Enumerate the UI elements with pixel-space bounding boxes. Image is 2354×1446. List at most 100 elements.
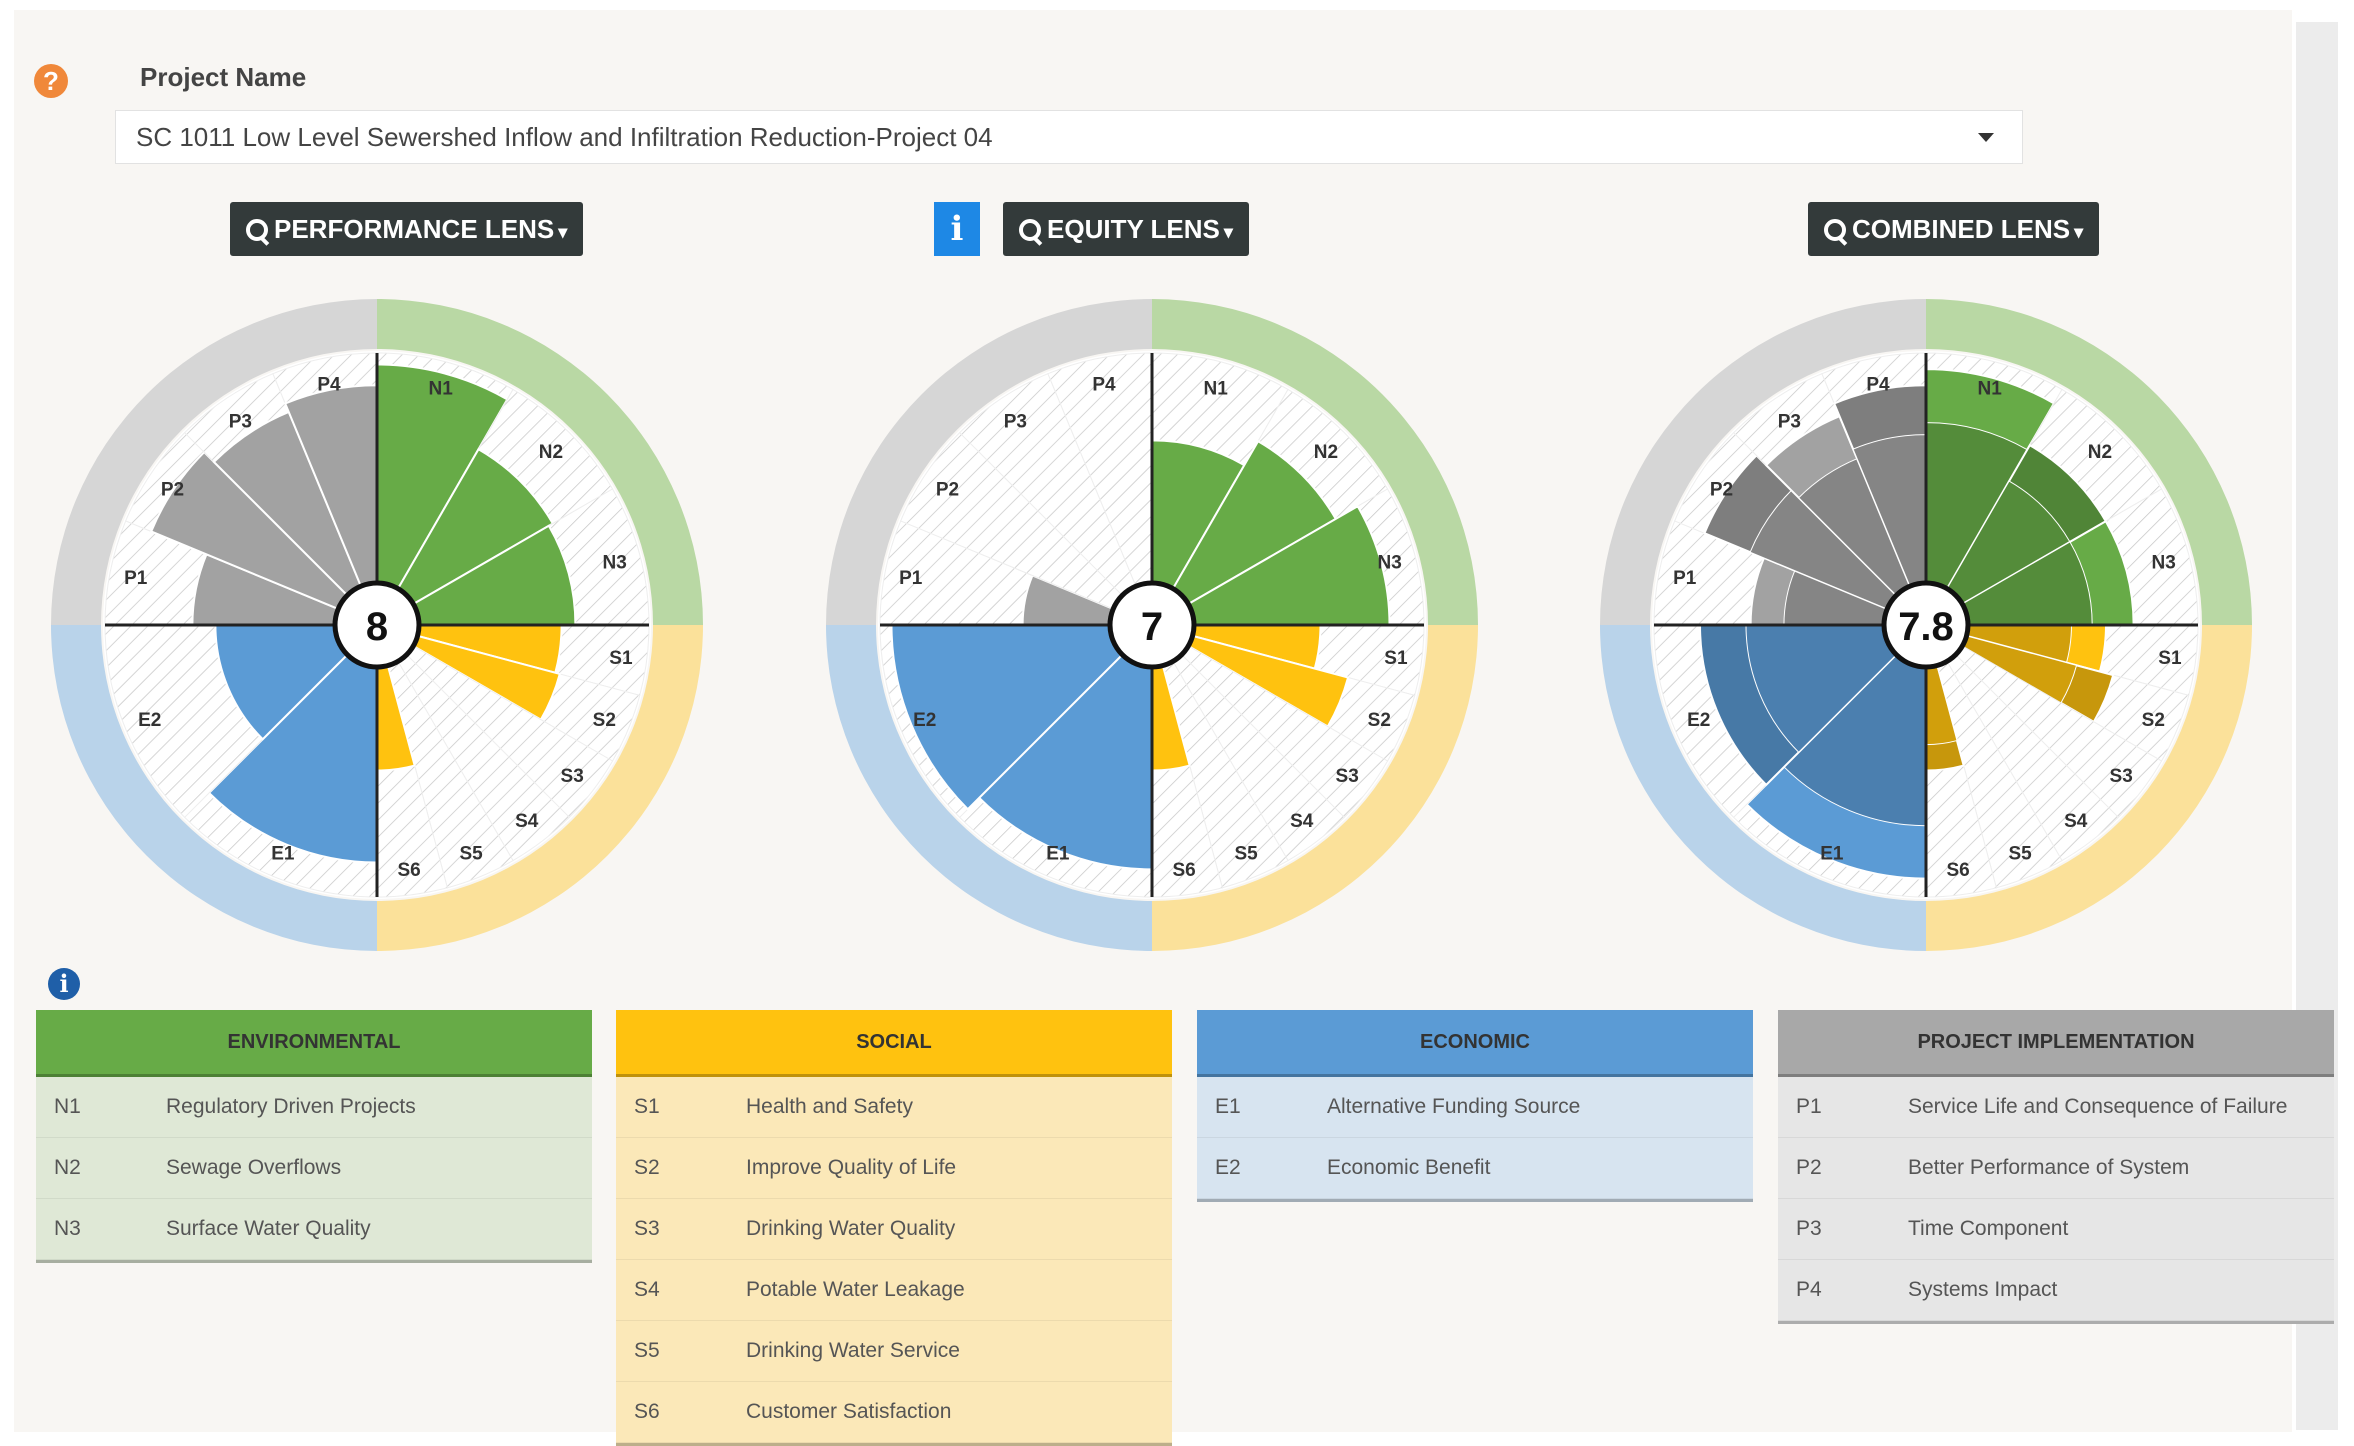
segment-label-p2: P2 xyxy=(1710,479,1733,500)
segment-label-p3: P3 xyxy=(1004,411,1027,432)
question-icon[interactable]: ? xyxy=(34,64,68,98)
equity-lens-chart: N1 N2 N3 S1 S2 S3 S4 S5 S6 E1 E2 P1 P2 P3 P4 7 xyxy=(826,299,1478,951)
performance-lens-button[interactable]: PERFORMANCE LENS ▾ xyxy=(230,202,584,256)
segment-label-e2: E2 xyxy=(913,710,936,731)
project-select-value: SC 1011 Low Level Sewershed Inflow and I… xyxy=(136,122,993,152)
segment-label-n3: N3 xyxy=(602,552,626,573)
equity-lens-button[interactable]: EQUITY LENS ▾ xyxy=(1003,202,1249,256)
legend-row-n1: N1 Regulatory Driven Projects xyxy=(36,1077,592,1138)
legend-bottom-border xyxy=(1778,1321,2334,1324)
legend-description: Potable Water Leakage xyxy=(746,1278,965,1301)
project-name-label: Project Name xyxy=(140,62,307,92)
segment-label-s2: S2 xyxy=(1368,710,1391,731)
caret-down-icon: ▾ xyxy=(1223,222,1233,242)
segment-label-n2: N2 xyxy=(1314,442,1338,463)
segment-label-s1: S1 xyxy=(1384,648,1408,669)
legend-code: N2 xyxy=(54,1156,81,1179)
search-icon xyxy=(246,219,268,241)
segment-label-e1: E1 xyxy=(1820,843,1844,864)
segment-label-s3: S3 xyxy=(2110,766,2133,787)
legend-code: N1 xyxy=(54,1095,81,1118)
legend-code: P4 xyxy=(1796,1278,1822,1301)
performance-lens-chart: N1 N2 N3 S1 S2 S3 S4 S5 S6 E1 E2 P1 P2 P3 P4 8 xyxy=(51,299,703,951)
segment-label-s6: S6 xyxy=(1172,860,1195,881)
legend-code: N3 xyxy=(54,1217,81,1240)
caret-down-icon: ▾ xyxy=(558,222,568,242)
legend-code: S2 xyxy=(634,1156,660,1179)
info-icon[interactable]: i xyxy=(934,202,980,256)
segment-label-e1: E1 xyxy=(271,843,295,864)
legend-description: Health and Safety xyxy=(746,1095,913,1118)
segment-label-p1: P1 xyxy=(899,568,923,589)
segment-label-s4: S4 xyxy=(1290,811,1314,832)
segment-label-p2: P2 xyxy=(936,479,959,500)
segment-label-p1: P1 xyxy=(124,568,148,589)
legend-code: S4 xyxy=(634,1278,660,1301)
search-icon xyxy=(1019,219,1041,241)
segment-label-e1: E1 xyxy=(1046,843,1070,864)
legend-row-e1: E1 Alternative Funding Source xyxy=(1197,1077,1753,1138)
segment-label-p4: P4 xyxy=(1866,375,1890,396)
legend-row-e2: E2 Economic Benefit xyxy=(1197,1138,1753,1199)
segment-label-p3: P3 xyxy=(1778,411,1801,432)
legend-code: S5 xyxy=(634,1339,660,1362)
legend-code: P1 xyxy=(1796,1095,1822,1118)
legend-code: P3 xyxy=(1796,1217,1822,1240)
segment-label-s2: S2 xyxy=(593,710,616,731)
segment-label-s3: S3 xyxy=(561,766,584,787)
legend-row-s6: S6 Customer Satisfaction xyxy=(616,1382,1172,1443)
combined-lens-button[interactable]: COMBINED LENS ▾ xyxy=(1808,202,2100,256)
legend-row-n2: N2 Sewage Overflows xyxy=(36,1138,592,1199)
legend-code: S3 xyxy=(634,1217,660,1240)
combined-lens-chart: N1 N2 N3 S1 S2 S3 S4 S5 S6 E1 E2 P1 P2 P3 P4 7.8 xyxy=(1600,299,2252,951)
legend-environmental: ENVIRONMENTAL N1 Regulatory Driven Projec… xyxy=(36,1010,592,1263)
legend-row-p1: P1 Service Life and Consequence of Failur… xyxy=(1778,1077,2334,1138)
legend-code: P2 xyxy=(1796,1156,1822,1179)
legend-code: E2 xyxy=(1215,1156,1241,1179)
segment-label-e2: E2 xyxy=(1687,710,1710,731)
segment-label-n3: N3 xyxy=(2151,552,2175,573)
legend-description: Drinking Water Service xyxy=(746,1339,960,1362)
legend-social: SOCIAL S1 Health and Safety S2 Improve Qual… xyxy=(616,1010,1172,1446)
performance-lens-label: PERFORMANCE LENS xyxy=(274,214,555,244)
legend-row-s1: S1 Health and Safety xyxy=(616,1077,1172,1138)
segment-label-p1: P1 xyxy=(1673,568,1697,589)
segment-label-s5: S5 xyxy=(1235,843,1259,864)
legend-row-s4: S4 Potable Water Leakage xyxy=(616,1260,1172,1321)
segment-label-n1: N1 xyxy=(429,378,454,399)
legend-description: Drinking Water Quality xyxy=(746,1217,956,1240)
legend-description: Service Life and Consequence of Failure xyxy=(1908,1095,2288,1118)
segment-label-s4: S4 xyxy=(2064,811,2088,832)
info-icon[interactable]: i xyxy=(48,968,80,1000)
legend-description: Improve Quality of Life xyxy=(746,1156,957,1179)
segment-label-n3: N3 xyxy=(1377,552,1401,573)
legend-row-p2: P2 Better Performance of System xyxy=(1778,1138,2334,1199)
legend-description: Alternative Funding Source xyxy=(1327,1095,1581,1118)
legend-row-s2: S2 Improve Quality of Life xyxy=(616,1138,1172,1199)
segment-label-p4: P4 xyxy=(1092,375,1116,396)
score-value: 8 xyxy=(366,605,388,649)
legend-description: Systems Impact xyxy=(1908,1278,2058,1301)
segment-label-n1: N1 xyxy=(1978,378,2003,399)
segment-label-n2: N2 xyxy=(539,442,563,463)
segment-label-p4: P4 xyxy=(317,375,341,396)
legend-code: S6 xyxy=(634,1400,660,1423)
project-select[interactable]: SC 1011 Low Level Sewershed Inflow and I… xyxy=(115,110,2023,164)
caret-down-icon: ▾ xyxy=(2074,222,2084,242)
search-icon xyxy=(1824,219,1846,241)
segment-label-s1: S1 xyxy=(2158,648,2182,669)
legend-implementation: PROJECT IMPLEMENTATION P1 Service Life an… xyxy=(1778,1010,2334,1324)
legend-row-s5: S5 Drinking Water Service xyxy=(616,1321,1172,1382)
segment-label-s6: S6 xyxy=(397,860,420,881)
caret-down-icon xyxy=(1978,133,1994,142)
segment-label-s6: S6 xyxy=(1946,860,1969,881)
legend-row-p4: P4 Systems Impact xyxy=(1778,1260,2334,1321)
legend-description: Surface Water Quality xyxy=(166,1217,371,1240)
segment-label-p2: P2 xyxy=(161,479,184,500)
segment-label-p3: P3 xyxy=(229,411,252,432)
legend-economic-header: ECONOMIC xyxy=(1197,1010,1753,1077)
segment-label-s2: S2 xyxy=(2142,710,2165,731)
legend-implementation-header: PROJECT IMPLEMENTATION xyxy=(1778,1010,2334,1077)
segment-label-e2: E2 xyxy=(138,710,161,731)
legend-economic: ECONOMIC E1 Alternative Funding Source E2 E… xyxy=(1197,1010,1753,1202)
